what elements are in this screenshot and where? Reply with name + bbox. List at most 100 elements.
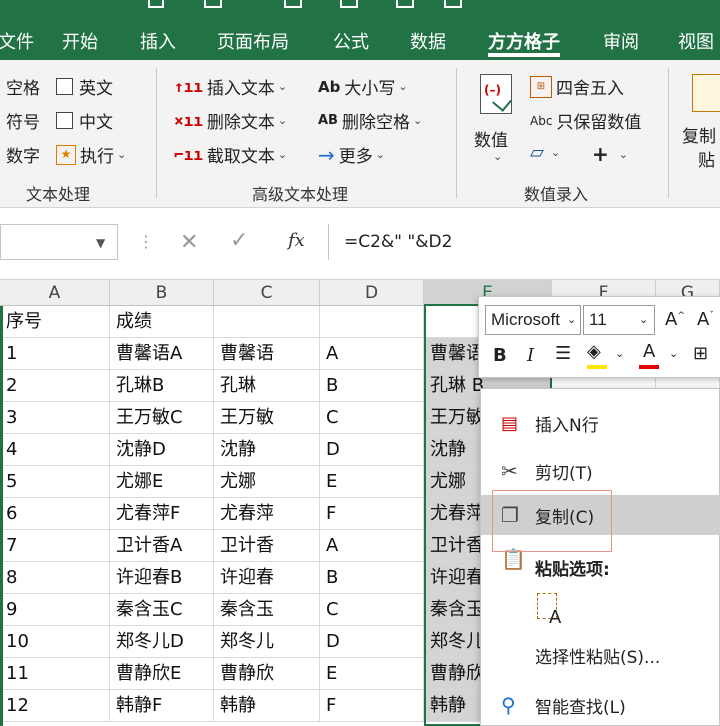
column-header-c[interactable]: C [214,280,320,306]
edit-button[interactable]: ▱ ⌄ [530,142,560,163]
tab-home[interactable]: 开始 [62,28,98,54]
cell[interactable] [214,306,320,338]
paste-option-button[interactable]: A [537,593,567,629]
preview-icon[interactable] [284,0,302,8]
cell[interactable]: C [320,402,424,434]
cell[interactable]: 许迎春 [214,562,320,594]
print-icon[interactable] [204,0,222,8]
cell[interactable]: 卫计香 [214,530,320,562]
chevron-down-icon[interactable]: ⌄ [669,347,678,360]
cell[interactable]: 秦含玉 [214,594,320,626]
tab-fangfang[interactable]: 方方格子 [488,28,560,54]
cell[interactable]: F [320,498,424,530]
cell[interactable]: E [320,466,424,498]
cell[interactable]: 沈静D [110,434,214,466]
extract-text-button[interactable]: ⌐ıı 截取文本 ⌄ [174,142,287,167]
cell[interactable]: 沈静 [214,434,320,466]
menu-item-smart-lookup[interactable]: ⚲ 智能查找(L) [481,685,720,725]
cell[interactable]: 孔琳B [110,370,214,402]
tab-page-layout[interactable]: 页面布局 [217,28,289,54]
cell[interactable]: 尤春萍 [214,498,320,530]
drag-handle-icon[interactable]: ⋮ [138,232,154,251]
save-icon[interactable] [148,0,164,8]
case-button[interactable]: Ab 大小写 ⌄ [318,74,408,100]
cell[interactable]: 王万敏C [110,402,214,434]
cell[interactable]: A [320,338,424,370]
chevron-down-icon[interactable]: ⌄ [615,347,624,360]
cell[interactable]: F [320,690,424,722]
cell[interactable]: 3 [0,402,110,434]
window-icon[interactable] [396,0,414,8]
cell[interactable]: 秦含玉C [110,594,214,626]
cell[interactable]: 尤春萍F [110,498,214,530]
cell[interactable]: 6 [0,498,110,530]
menu-item-copy[interactable]: ❐ 复制(C) [481,495,720,535]
formula-text[interactable]: =C2&" "&D2 [344,232,452,252]
chevron-down-icon[interactable]: ▼ [96,236,105,250]
cell[interactable]: 7 [0,530,110,562]
tab-formulas[interactable]: 公式 [333,28,369,54]
tab-view[interactable]: 视图 [678,28,714,54]
cell[interactable]: 1 [0,338,110,370]
column-header-a[interactable]: A [0,280,110,306]
cell[interactable]: A [320,530,424,562]
font-color-button[interactable]: A [643,341,655,362]
cell[interactable]: 尤娜E [110,466,214,498]
round-button[interactable]: ⊞ 四舍五入 [530,74,624,99]
quick-icon[interactable] [340,0,358,8]
chevron-down-icon[interactable]: ⌄ [567,313,576,326]
cell[interactable]: 10 [0,626,110,658]
cell[interactable]: D [320,626,424,658]
cell[interactable]: 郑冬儿 [214,626,320,658]
cell[interactable]: 序号 [0,306,110,338]
keep-values-button[interactable]: Abc 只保留数值 [530,108,641,133]
cell[interactable]: 成绩 [110,306,214,338]
cell[interactable]: 曹静欣 [214,658,320,690]
borders-icon[interactable]: ⊞ [693,343,708,364]
delete-text-button[interactable]: ×ıı 删除文本 ⌄ [174,108,287,133]
cell[interactable]: D [320,434,424,466]
cell[interactable]: 4 [0,434,110,466]
cell[interactable]: B [320,562,424,594]
insert-text-button[interactable]: ↑ıı 插入文本 ⌄ [174,74,287,99]
cell[interactable]: 5 [0,466,110,498]
value-button[interactable]: (–) 数值 ⌄ [472,70,522,176]
chinese-checkbox[interactable]: 中文 [56,108,113,133]
symbol-button[interactable]: 符号 [6,108,40,133]
number-button[interactable]: 数字 [6,142,40,167]
cell[interactable]: B [320,370,424,402]
column-header-b[interactable]: B [110,280,214,306]
shrink-font-button[interactable]: Aˇ [697,309,714,330]
cell[interactable]: 曹馨语 [214,338,320,370]
cell[interactable]: E [320,658,424,690]
space-button[interactable]: 空格 [6,74,40,99]
cell[interactable]: 韩静F [110,690,214,722]
more-button[interactable]: → 更多 ⌄ [318,142,385,168]
cell[interactable]: 12 [0,690,110,722]
cell[interactable]: 王万敏 [214,402,320,434]
cell[interactable]: 9 [0,594,110,626]
menu-item-paste-special[interactable]: 选择性粘贴(S)... [481,635,720,675]
tab-review[interactable]: 审阅 [603,28,639,54]
fill-color-icon[interactable]: ◈ [587,341,601,362]
cell[interactable]: C [320,594,424,626]
more-icon[interactable] [444,0,462,8]
delete-space-button[interactable]: AB 删除空格 ⌄ [318,108,422,133]
check-icon[interactable]: ✓ [230,228,248,253]
align-icon[interactable]: ☰ [555,343,571,364]
cell[interactable]: 卫计香A [110,530,214,562]
tab-data[interactable]: 数据 [410,28,446,54]
cell[interactable]: 许迎春B [110,562,214,594]
cancel-icon[interactable]: ✕ [180,230,198,255]
cell[interactable]: 韩静 [214,690,320,722]
menu-item-insert-rows[interactable]: ▤ 插入N行 [481,403,720,443]
english-checkbox[interactable]: 英文 [56,74,113,99]
chevron-down-icon[interactable]: ⌄ [639,313,648,326]
cell[interactable]: 郑冬儿D [110,626,214,658]
bold-button[interactable]: B [493,345,507,366]
menu-item-cut[interactable]: ✂ 剪切(T) [481,451,720,491]
execute-button[interactable]: ★ 执行 ⌄ [56,142,126,167]
tab-file[interactable]: 文件 [0,28,34,54]
grow-font-button[interactable]: A^ [665,309,685,330]
cell[interactable]: 11 [0,658,110,690]
